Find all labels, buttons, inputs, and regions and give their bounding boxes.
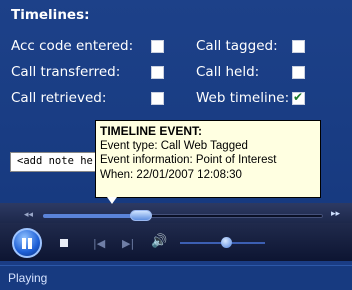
acc-code-entered-label: Acc code entered:: [11, 38, 134, 54]
seek-thumb[interactable]: [130, 210, 152, 221]
previous-icon[interactable]: |◀: [93, 237, 105, 250]
call-transferred-checkbox[interactable]: [151, 66, 164, 79]
call-transferred-label: Call transferred:: [11, 64, 121, 80]
call-tagged-checkbox[interactable]: [292, 40, 305, 53]
tooltip-when: When: 22/01/2007 12:08:30: [100, 168, 242, 181]
call-retrieved-checkbox[interactable]: [151, 92, 164, 105]
call-held-checkbox[interactable]: [292, 66, 305, 79]
acc-code-entered-checkbox[interactable]: [151, 40, 164, 53]
timeline-event-tooltip: TIMELINE EVENT: Event type: Call Web Tag…: [95, 120, 321, 198]
seek-progress: [43, 214, 141, 218]
call-tagged-label: Call tagged:: [196, 38, 278, 54]
rewind-icon[interactable]: ◂◂: [24, 210, 33, 220]
tooltip-event-type: Event type: Call Web Tagged: [100, 139, 248, 152]
next-icon[interactable]: ▶|: [122, 237, 134, 250]
volume-icon[interactable]: 🔊: [151, 234, 167, 249]
tooltip-event-info: Event information: Point of Interest: [100, 154, 277, 166]
web-timeline-label: Web timeline:: [196, 90, 290, 106]
call-retrieved-label: Call retrieved:: [11, 90, 107, 106]
fast-forward-icon[interactable]: ▸▸: [331, 209, 340, 219]
status-text: Playing: [8, 271, 48, 285]
timeline-marker-icon[interactable]: [107, 197, 117, 204]
player-controls: [0, 223, 352, 261]
call-held-label: Call held:: [196, 64, 260, 80]
web-timeline-checkbox[interactable]: [292, 90, 305, 105]
tooltip-heading: TIMELINE EVENT:: [100, 124, 203, 138]
stop-icon[interactable]: [60, 239, 68, 247]
timelines-title: Timelines:: [11, 7, 90, 23]
status-bar: [0, 265, 352, 290]
pause-icon[interactable]: [12, 228, 42, 258]
